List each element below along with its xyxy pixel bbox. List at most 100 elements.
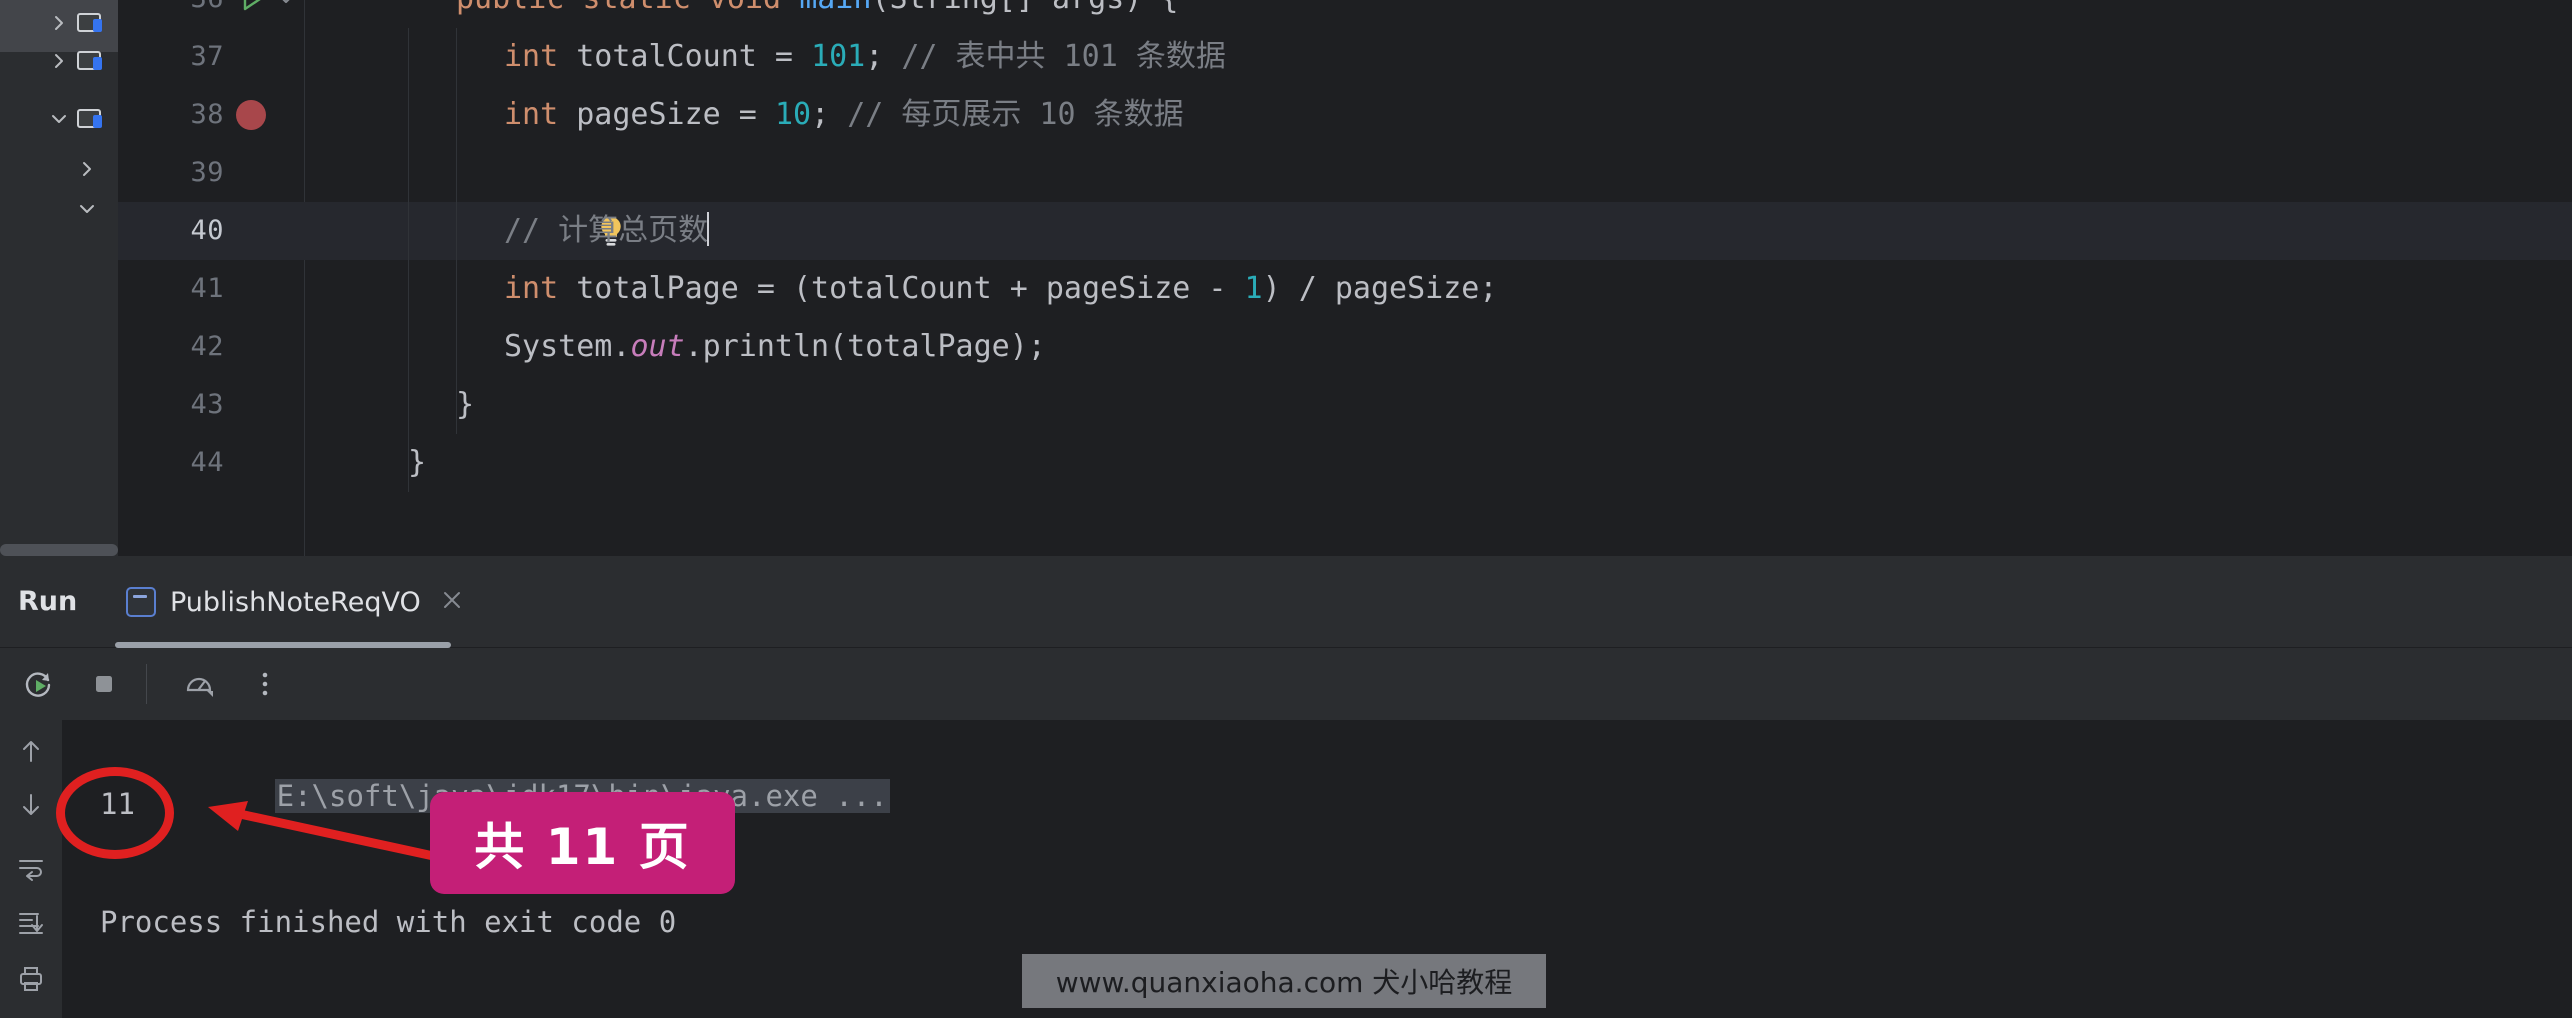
tree-row[interactable] (0, 180, 118, 238)
code-token: ) / pageSize; (1262, 271, 1498, 306)
code-line[interactable] (304, 144, 2572, 202)
run-tab-label: PublishNoteReqVO (170, 586, 421, 618)
code-token: ; (811, 97, 848, 132)
chevron-down-icon[interactable] (74, 196, 100, 222)
run-config-icon (126, 587, 156, 617)
run-console-body: E:\soft\java\jdk17\bin\java.exe ... 11 P… (0, 720, 2572, 1018)
line-number: 36 (118, 0, 224, 28)
gutter-row[interactable]: 39 (118, 144, 304, 202)
stop-button[interactable] (76, 656, 132, 712)
code-token: } (408, 445, 427, 480)
more-vertical-icon[interactable] (237, 656, 293, 712)
line-number: 42 (190, 331, 224, 362)
code-token: ; (865, 39, 902, 74)
toolbar-divider (146, 664, 147, 704)
code-token: totalCount = (576, 39, 812, 74)
code-token: main (799, 0, 871, 16)
code-text: int pageSize = 10; // 每页展示 10 条数据 (304, 86, 1184, 144)
code-text: int totalPage = (totalCount + pageSize -… (304, 260, 1497, 318)
ide-window: 36 37 38 39 40 41 42 43 44 public static void ma… (0, 0, 2572, 1018)
gutter-row[interactable]: 37 (118, 28, 304, 86)
gutter-row[interactable]: 40 (118, 202, 304, 260)
scroll-to-end-icon[interactable] (8, 900, 54, 946)
indent-guide (456, 28, 457, 434)
code-token: void (709, 0, 799, 16)
console-program-output: 11 (100, 787, 135, 821)
project-tree[interactable] (0, 0, 118, 556)
tab-publishnotereqvo[interactable]: PublishNoteReqVO (110, 556, 483, 648)
soft-wrap-icon[interactable] (8, 846, 54, 892)
run-tool-window[interactable]: Run PublishNoteReqVO E:\soft\java\jdk17\… (0, 556, 2572, 1018)
code-line[interactable]: int pageSize = 10; // 每页展示 10 条数据 (304, 86, 2572, 144)
run-gutter-icon[interactable] (236, 0, 266, 14)
code-text: } (304, 376, 474, 434)
breakpoint-icon[interactable] (236, 100, 266, 130)
line-number: 43 (190, 389, 224, 420)
line-number: 40 (190, 215, 224, 246)
code-editor[interactable]: 36 37 38 39 40 41 42 43 44 public static void ma… (118, 0, 2572, 556)
chevron-right-icon[interactable] (74, 156, 100, 182)
code-line[interactable]: } (304, 434, 2572, 492)
project-tree-scrollbar[interactable] (0, 544, 118, 556)
gutter-row[interactable]: 44 (118, 434, 304, 492)
gutter-row[interactable]: 41 (118, 260, 304, 318)
code-line[interactable]: System.out.println(totalPage); (304, 318, 2572, 376)
code-token: out (630, 329, 685, 364)
gutter-row[interactable]: 36 (118, 0, 304, 28)
print-icon[interactable] (8, 956, 54, 1002)
profiler-button[interactable] (171, 656, 227, 712)
code-token: public (456, 0, 582, 16)
trash-icon[interactable] (8, 1010, 54, 1018)
line-number: 38 (190, 99, 224, 130)
text-caret (707, 212, 710, 246)
code-line[interactable]: public static void main(String[] args) { (304, 0, 2572, 28)
close-icon[interactable] (441, 589, 467, 615)
code-text: // 计算总页数 (304, 202, 710, 260)
code-line[interactable]: } (304, 376, 2572, 434)
chevron-right-icon[interactable] (46, 48, 72, 74)
code-token: totalPage = (totalCount + pageSize - (576, 271, 1245, 306)
arrow-down-icon[interactable] (8, 782, 54, 828)
code-token: static (582, 0, 708, 16)
gutter-row[interactable]: 42 (118, 318, 304, 376)
chevron-down-icon[interactable] (274, 0, 300, 12)
code-text: System.out.println(totalPage); (304, 318, 1046, 376)
gutter-row[interactable]: 43 (118, 376, 304, 434)
console-output[interactable]: E:\soft\java\jdk17\bin\java.exe ... 11 P… (62, 720, 2572, 1018)
console-side-toolbar[interactable] (0, 720, 62, 1018)
code-token: } (456, 387, 475, 422)
console-command-line: E:\soft\java\jdk17\bin\java.exe ... (100, 730, 890, 862)
code-line[interactable]: int totalPage = (totalCount + pageSize -… (304, 260, 2572, 318)
code-token: 1 (1244, 271, 1263, 306)
editor-gutter[interactable]: 36 37 38 39 40 41 42 43 44 (118, 0, 304, 556)
code-token: // 表中共 101 条数据 (901, 39, 1226, 74)
code-line[interactable]: // 计算总页数 (304, 202, 2572, 260)
code-token: (String[] args) { (871, 0, 1178, 16)
indent-guide (408, 28, 409, 492)
line-number: 37 (190, 41, 224, 72)
code-token: int (504, 271, 577, 306)
code-token: .println(totalPage); (684, 329, 1046, 364)
chevron-down-icon[interactable] (46, 106, 72, 132)
code-line[interactable]: int totalCount = 101; // 表中共 101 条数据 (304, 28, 2572, 86)
code-token: int (504, 97, 577, 132)
run-header: Run PublishNoteReqVO (0, 556, 2572, 648)
run-toolbar[interactable] (0, 648, 2572, 720)
folder-icon (76, 105, 104, 133)
code-lines[interactable]: public static void main(String[] args) {… (304, 0, 2572, 556)
code-token: pageSize = (576, 97, 775, 132)
rerun-button[interactable] (10, 656, 66, 712)
code-token: // 每页展示 10 条数据 (847, 97, 1184, 132)
tree-row[interactable] (0, 32, 118, 90)
code-token: // 计算总页数 (504, 213, 709, 248)
gutter-row[interactable]: 38 (118, 86, 304, 144)
line-number: 41 (190, 273, 224, 304)
line-number: 44 (190, 447, 224, 478)
code-text: public static void main(String[] args) { (304, 0, 1178, 28)
code-token: 101 (811, 39, 866, 74)
line-number: 39 (190, 157, 224, 188)
arrow-up-icon[interactable] (8, 728, 54, 774)
code-token: System. (504, 329, 631, 364)
run-tool-window-title: Run (18, 586, 78, 617)
